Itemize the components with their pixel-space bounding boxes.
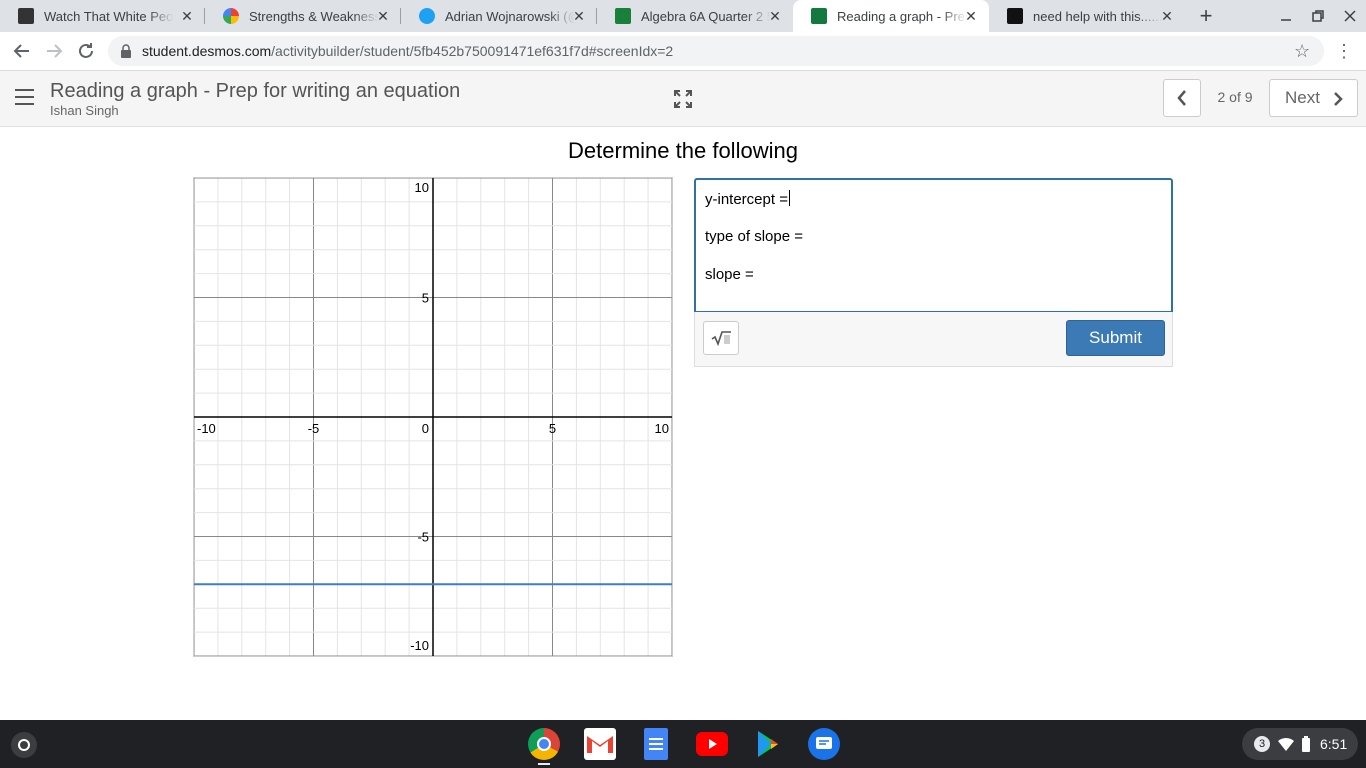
new-tab-plus-icon[interactable]: + — [1194, 4, 1218, 28]
previous-screen-button[interactable] — [1163, 79, 1201, 117]
graph-panel[interactable]: -10 -5 0 5 10 10 5 -5 -10 — [193, 177, 673, 657]
twitter-bird-icon — [419, 8, 435, 24]
site-favicon-icon — [18, 8, 34, 24]
answer-input[interactable]: y-intercept = type of slope = slope = — [694, 178, 1173, 313]
y-tick-label: -10 — [410, 638, 429, 653]
tab-3[interactable]: Algebra 6A Quarter 2 5 ✕ — [597, 0, 793, 32]
x-tick-label: 10 — [655, 421, 669, 436]
close-tab-icon[interactable]: ✕ — [767, 8, 783, 24]
x-tick-label: 0 — [422, 421, 429, 436]
messages-icon[interactable] — [808, 728, 840, 760]
x-tick-label: -5 — [308, 421, 320, 436]
lock-icon — [121, 44, 131, 58]
close-window-icon[interactable] — [1340, 6, 1360, 26]
close-tab-icon[interactable]: ✕ — [179, 8, 195, 24]
tab-strip: Watch That White People ✕ Strengths & We… — [0, 0, 1366, 32]
active-app-indicator — [538, 763, 550, 765]
launcher-icon[interactable] — [11, 732, 37, 758]
close-tab-icon[interactable]: ✕ — [963, 8, 979, 24]
tab-title: need help with this........ — [1033, 8, 1163, 24]
battery-icon — [1302, 736, 1310, 752]
back-arrow-icon[interactable] — [10, 39, 34, 63]
answer-line-y-intercept: y-intercept = — [705, 190, 790, 208]
fullscreen-expand-icon[interactable] — [674, 90, 692, 108]
tab-2[interactable]: Adrian Wojnarowski (@wo ✕ — [401, 0, 597, 32]
chrome-icon[interactable] — [528, 728, 560, 760]
close-tab-icon[interactable]: ✕ — [571, 8, 587, 24]
forward-arrow-icon[interactable] — [42, 39, 66, 63]
tab-title: Adrian Wojnarowski (@wo — [445, 8, 575, 24]
close-tab-icon[interactable]: ✕ — [375, 8, 391, 24]
x-tick-label: 5 — [549, 421, 556, 436]
desmos-icon — [811, 8, 827, 24]
answer-line-text: y-intercept = — [705, 191, 788, 208]
tab-title: Algebra 6A Quarter 2 5 — [641, 8, 771, 24]
system-tray[interactable]: 3 6:51 — [1242, 728, 1358, 760]
hamburger-menu-icon[interactable] — [15, 89, 34, 105]
minimize-icon[interactable] — [1276, 6, 1296, 26]
x-tick-label: -10 — [197, 421, 216, 436]
gmail-icon[interactable] — [584, 728, 616, 760]
submit-button[interactable]: Submit — [1066, 320, 1165, 356]
tab-0[interactable]: Watch That White People ✕ — [0, 0, 205, 32]
url-path: /activitybuilder/student/5fb452b75009147… — [271, 43, 674, 59]
y-tick-label: 10 — [415, 180, 429, 195]
restore-window-icon[interactable] — [1308, 6, 1328, 26]
docs-icon[interactable] — [644, 728, 668, 760]
page-indicator: 2 of 9 — [1217, 89, 1253, 105]
bookmark-star-icon[interactable]: ☆ — [1294, 41, 1314, 61]
square-root-icon — [711, 331, 731, 347]
url-text: student.desmos.com/activitybuilder/stude… — [142, 43, 673, 59]
tab-1[interactable]: Strengths & Weaknesses ✕ — [205, 0, 401, 32]
answer-toolbar: Submit — [694, 312, 1173, 367]
tab-4[interactable]: Reading a graph - Prep fo ✕ — [793, 0, 989, 32]
tab-title: Watch That White People — [44, 8, 174, 24]
wifi-icon — [1278, 737, 1294, 751]
tab-title: Reading a graph - Prep fo — [837, 8, 967, 24]
next-label: Next — [1285, 88, 1320, 107]
url-host: student.desmos.com — [142, 43, 272, 59]
close-tab-icon[interactable]: ✕ — [1159, 8, 1175, 24]
answer-line-slope: slope = — [705, 266, 754, 283]
student-name: Ishan Singh — [50, 103, 119, 118]
chevron-right-icon — [1334, 92, 1343, 106]
site-favicon-icon — [223, 8, 239, 24]
tab-title: Strengths & Weaknesses — [249, 8, 379, 24]
browser-toolbar: student.desmos.com/activitybuilder/stude… — [0, 32, 1366, 71]
brainly-icon — [1007, 8, 1023, 24]
clock: 6:51 — [1320, 736, 1348, 752]
youtube-icon[interactable] — [696, 732, 728, 756]
activity-header: Reading a graph - Prep for writing an eq… — [0, 71, 1366, 127]
play-store-icon[interactable] — [752, 728, 784, 760]
text-cursor — [788, 190, 790, 206]
question-heading: Determine the following — [568, 138, 798, 163]
tab-5[interactable]: need help with this........ ✕ — [989, 0, 1185, 32]
answer-line-type-of-slope: type of slope = — [705, 228, 803, 245]
address-bar[interactable]: student.desmos.com/activitybuilder/stude… — [108, 36, 1324, 66]
next-screen-button[interactable]: Next — [1269, 79, 1358, 117]
graph-plot: -10 -5 0 5 10 10 5 -5 -10 — [194, 178, 672, 656]
os-shelf: 3 6:51 — [0, 720, 1366, 768]
notification-count: 3 — [1254, 736, 1270, 752]
math-keypad-button[interactable] — [703, 321, 739, 355]
classroom-icon — [615, 8, 631, 24]
y-tick-label: -5 — [417, 530, 429, 545]
activity-title: Reading a graph - Prep for writing an eq… — [50, 80, 461, 102]
y-tick-label: 5 — [422, 291, 429, 306]
browser-menu-icon[interactable]: ⋮ — [1334, 40, 1354, 62]
chevron-left-icon — [1177, 90, 1186, 106]
reload-icon[interactable] — [74, 39, 98, 63]
